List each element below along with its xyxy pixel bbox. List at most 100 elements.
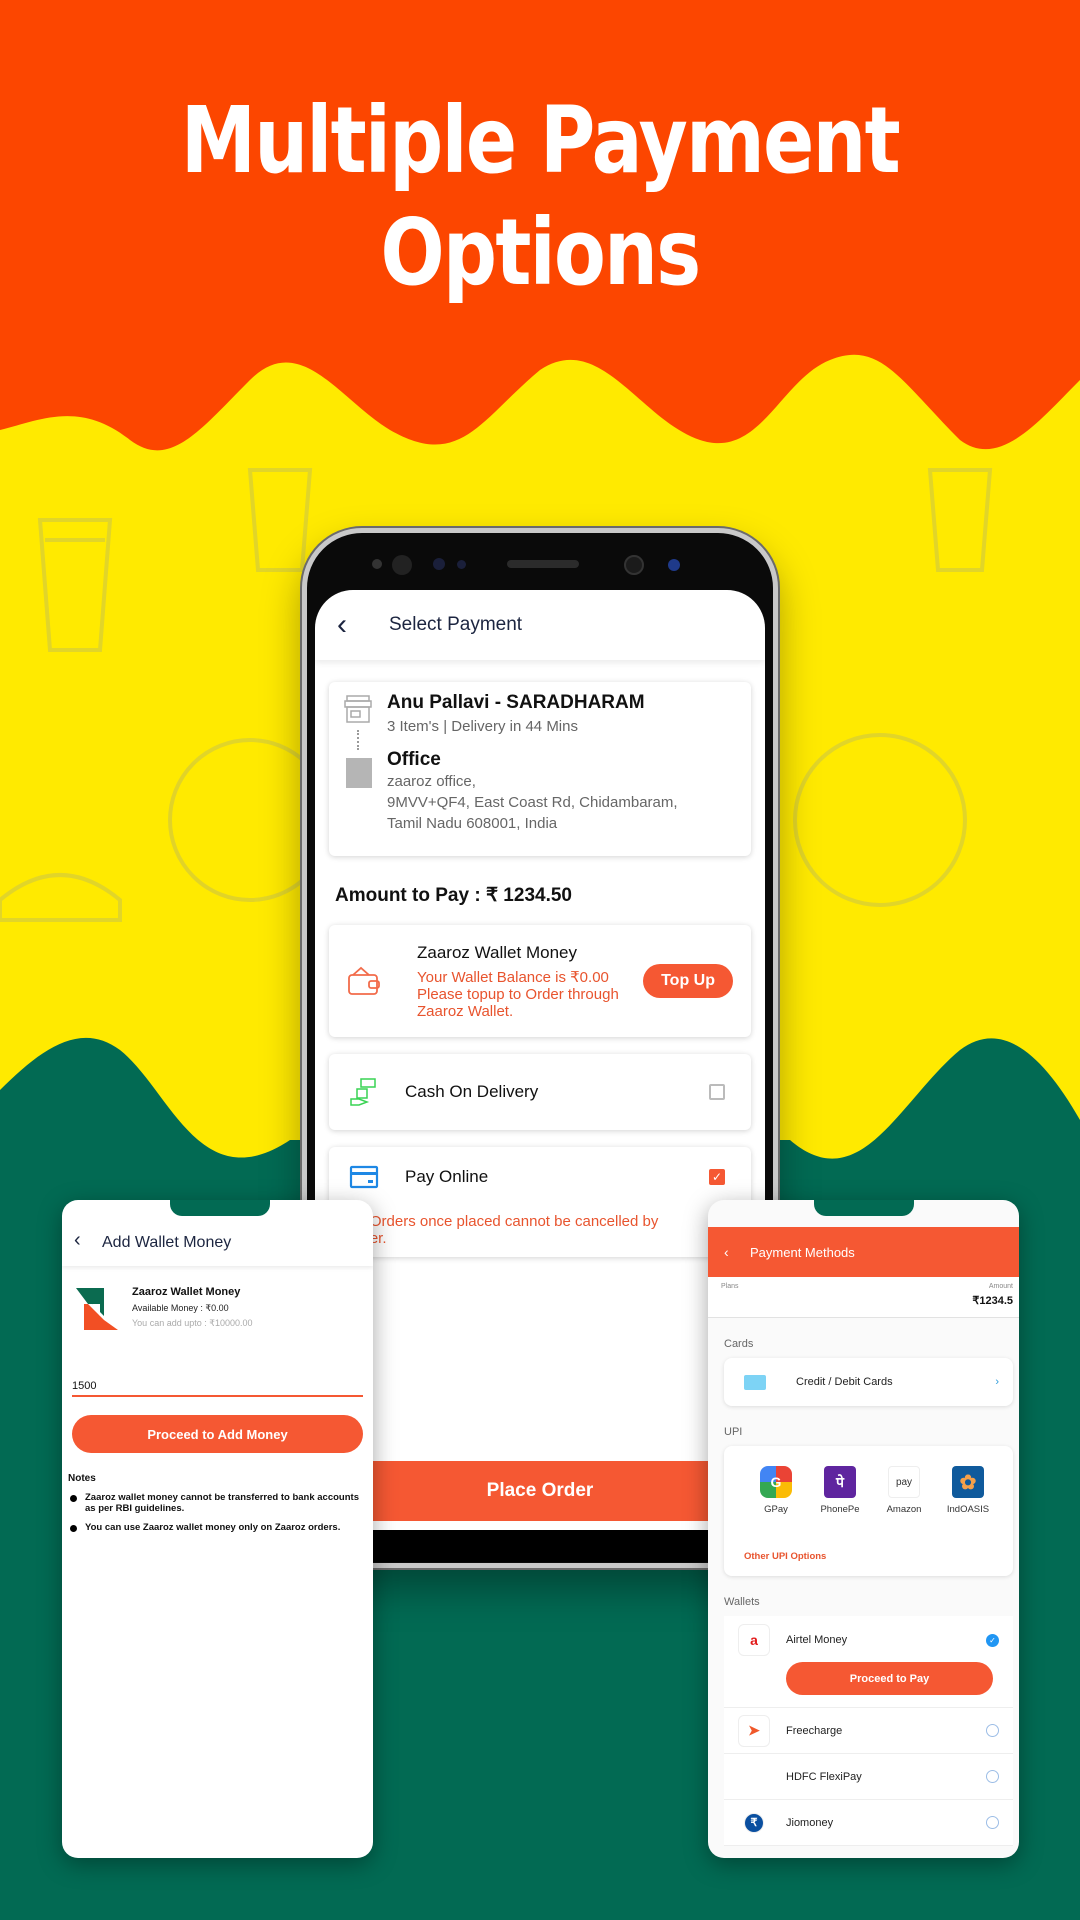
headline: Multiple Payment Options [97, 85, 983, 309]
amount-to-pay: Amount to Pay : ₹ 1234.50 [335, 885, 572, 906]
jiomoney-icon: ₹ [744, 1812, 764, 1833]
sensor-light [457, 560, 466, 569]
upi-app-indoasis[interactable]: ✿ IndOASIS [936, 1466, 1000, 1515]
chevron-left-icon[interactable]: ‹ [724, 1244, 750, 1260]
hdfc-icon [738, 1761, 770, 1793]
gpay-icon: G [760, 1466, 792, 1498]
wallet-balance-message: Your Wallet Balance is ₹0.00 [417, 968, 609, 986]
earpiece-speaker [507, 560, 579, 568]
page-title: Add Wallet Money [102, 1234, 232, 1251]
proceed-add-money-button[interactable]: Proceed to Add Money [72, 1415, 363, 1453]
app-name: GPay [764, 1504, 788, 1515]
upi-app-phonepe[interactable]: पे PhonePe [808, 1466, 872, 1515]
wallet-radio[interactable] [986, 1770, 999, 1783]
app-name: PhonePe [820, 1504, 860, 1515]
note-item: Zaaroz wallet money cannot be transferre… [70, 1492, 363, 1514]
camera-led [668, 559, 680, 571]
plans-label: Plans [721, 1283, 739, 1290]
wallet-option-card[interactable]: Zaaroz Wallet Money Your Wallet Balance … [329, 925, 751, 1037]
indoasis-icon: ✿ [952, 1466, 984, 1498]
bullet-icon [70, 1525, 77, 1532]
wallet-row-freecharge[interactable]: ➤ Freecharge [724, 1708, 1013, 1754]
sensor-proximity [433, 558, 445, 570]
app-name: Amazon [886, 1504, 922, 1515]
payment-option-cod[interactable]: Cash On Delivery [329, 1054, 751, 1130]
building-icon [346, 758, 372, 788]
sensor-dot [372, 559, 382, 569]
wallet-name: Freecharge [786, 1724, 843, 1737]
address-label: Office [387, 749, 441, 770]
wallet-icon [348, 966, 380, 995]
note-item: You can use Zaaroz wallet money only on … [70, 1522, 363, 1533]
wallets-heading: Wallets [724, 1596, 760, 1608]
payment-methods-screen: ‹ Payment Methods Plans Amount ₹1234.5 C… [708, 1200, 1019, 1858]
page-title: Payment Methods [750, 1244, 855, 1260]
cancellation-warning: omer. [329, 1230, 751, 1247]
app-bar: ‹ Select Payment [315, 590, 765, 660]
wallet-name: Jiomoney [786, 1816, 834, 1829]
available-money: Available Money : ₹0.00 [132, 1303, 229, 1313]
place-order-button[interactable]: Place Order [315, 1461, 765, 1521]
plan-summary: Plans Amount ₹1234.5 [708, 1277, 1019, 1318]
amount-input[interactable]: 1500 [72, 1380, 363, 1397]
credit-debit-cards-option[interactable]: Credit / Debit Cards › [724, 1358, 1013, 1406]
airtel-icon: a [738, 1624, 770, 1656]
note-text: Zaaroz wallet money cannot be transferre… [85, 1492, 359, 1514]
address-line: Tamil Nadu 608001, India [387, 815, 558, 832]
credit-card-icon [349, 1165, 379, 1189]
upi-heading: UPI [724, 1426, 743, 1438]
option-label: Cash On Delivery [405, 1082, 539, 1101]
order-address-card: Anu Pallavi - SARADHARAM 3 Item's | Deli… [329, 682, 751, 856]
restaurant-name: Anu Pallavi - SARADHARAM [387, 692, 645, 713]
cod-checkbox[interactable] [709, 1084, 725, 1100]
wallet-title: Zaaroz Wallet Money [417, 942, 577, 962]
wallet-row-hdfc[interactable]: HDFC FlexiPay [724, 1754, 1013, 1800]
note-text: You can use Zaaroz wallet money only on … [85, 1522, 341, 1533]
wallet-radio[interactable] [986, 1816, 999, 1829]
route-dots [357, 730, 359, 750]
store-icon [344, 695, 372, 723]
wallet-row-airtel[interactable]: a Airtel Money ✓ Proceed to Pay [724, 1616, 1013, 1708]
headline-line-1: Multiple Payment [180, 87, 901, 194]
upi-app-amazon[interactable]: pay Amazon [872, 1466, 936, 1515]
phone-notch [170, 1200, 270, 1216]
chevron-left-icon[interactable]: ‹ [74, 1229, 102, 1252]
zaaroz-logo-icon [76, 1288, 118, 1330]
amount-label: Amount [988, 1283, 1013, 1290]
option-label: Pay Online [405, 1167, 489, 1186]
front-camera [624, 555, 644, 575]
wallet-name: HDFC FlexiPay [786, 1770, 862, 1783]
wallet-row-jiomoney[interactable]: ₹ Jiomoney [724, 1800, 1013, 1846]
freecharge-icon: ➤ [738, 1714, 770, 1747]
option-label: Credit / Debit Cards [796, 1376, 893, 1388]
page-title: Select Payment [389, 614, 523, 635]
phone-chin [315, 1530, 765, 1562]
amount-value: ₹1234.5 [972, 1295, 1013, 1307]
proceed-to-pay-button[interactable]: Proceed to Pay [786, 1662, 993, 1695]
wallet-radio[interactable] [986, 1724, 999, 1737]
wallet-balance-message: Zaaroz Wallet. [417, 1002, 514, 1020]
card-icon [744, 1374, 766, 1390]
address-line: zaaroz office, [387, 773, 476, 790]
headline-line-2: Options [380, 199, 701, 306]
cards-heading: Cards [724, 1338, 754, 1350]
order-details: 3 Item's | Delivery in 44 Mins [387, 718, 578, 735]
address-line: 9MVV+QF4, East Coast Rd, Chidambaram, [387, 794, 678, 811]
bullet-icon [70, 1495, 77, 1502]
add-wallet-screen: ‹ Add Wallet Money Zaaroz Wallet Money A… [62, 1200, 373, 1858]
app-name: IndOASIS [946, 1504, 990, 1515]
other-upi-options-link[interactable]: Other UPI Options [744, 1551, 826, 1562]
payment-option-online[interactable]: Pay Online ✓ he Orders once placed canno… [329, 1147, 751, 1257]
sensor-iris [392, 555, 412, 575]
top-up-button[interactable]: Top Up [643, 964, 733, 998]
wallet-radio-selected[interactable]: ✓ [986, 1633, 999, 1647]
upi-app-gpay[interactable]: G GPay [744, 1466, 808, 1515]
add-limit: You can add upto : ₹10000.00 [132, 1318, 253, 1328]
chevron-left-icon[interactable]: ‹ [337, 608, 389, 642]
online-checkbox[interactable]: ✓ [709, 1169, 725, 1185]
notes-heading: Notes [68, 1473, 96, 1484]
phone-notch [814, 1200, 914, 1216]
cancellation-warning: he Orders once placed cannot be cancelle… [349, 1213, 659, 1230]
upi-options-card: G GPay पे PhonePe pay Amazon ✿ IndOASIS Othe… [724, 1446, 1013, 1576]
wallet-name: Airtel Money [786, 1634, 848, 1646]
